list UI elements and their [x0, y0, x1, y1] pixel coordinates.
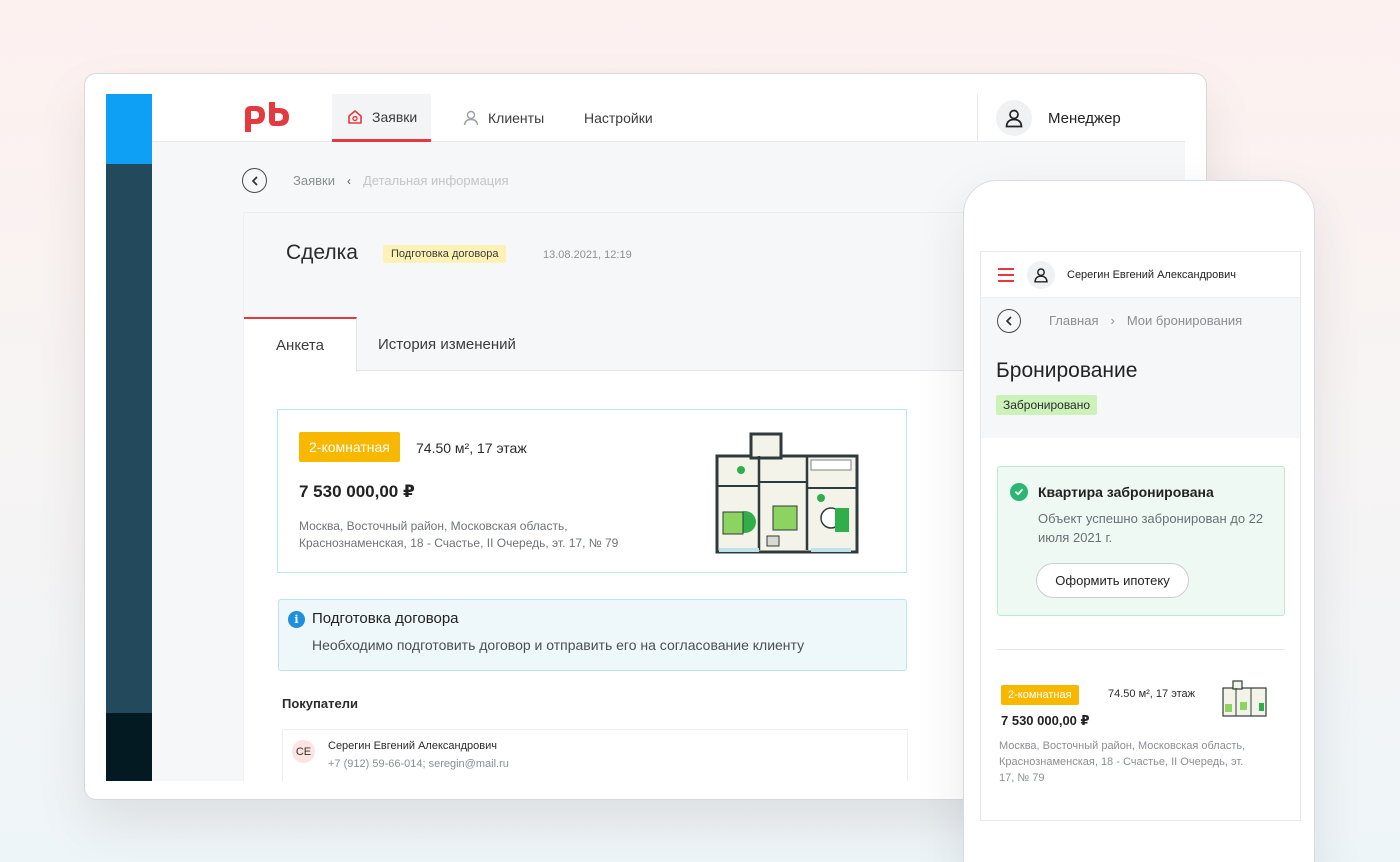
chevron-left-icon [251, 176, 257, 185]
nav-item-label: Настройки [584, 110, 653, 126]
divider [997, 649, 1285, 650]
chevron-left-icon [1006, 316, 1012, 325]
buyer-contact: +7 (912) 59-66-014; seregin@mail.ru [328, 758, 509, 770]
nav-item-requests[interactable]: Заявки [332, 94, 432, 142]
floor-plan-image[interactable] [1222, 680, 1267, 717]
chevron-right-icon: › [1110, 313, 1115, 328]
user-name: Серегин Евгений Александрович [1067, 268, 1236, 281]
buyers-section-title: Покупатели [282, 696, 358, 711]
left-rail-top [106, 94, 152, 164]
breadcrumb: Главная › Мои бронирования [981, 298, 1300, 343]
user-icon [1034, 267, 1048, 283]
avatar [1027, 260, 1055, 289]
breadcrumb-current: Детальная информация [362, 173, 509, 188]
avatar [996, 100, 1032, 136]
status-badge: Забронировано [996, 395, 1098, 415]
info-alert-text: Необходимо подготовить договор и отправи… [312, 637, 805, 653]
info-icon: i [288, 611, 305, 628]
apartment-address: Москва, Восточный район, Московская обла… [999, 740, 1246, 784]
back-button[interactable] [242, 168, 267, 193]
info-alert: i Подготовка договора Необходимо подгото… [278, 599, 907, 671]
apartment-address: Москва, Восточный район, Московская обла… [299, 519, 619, 550]
back-button[interactable] [997, 308, 1021, 333]
page-title: Сделка [286, 241, 358, 264]
rooms-badge: 2-комнатная [299, 432, 400, 462]
success-alert-title: Квартира забронирована [1038, 484, 1214, 500]
home-icon [348, 109, 362, 124]
nav-item-settings[interactable]: Настройки [584, 94, 653, 142]
mobile-header: Серегин Евгений Александрович [981, 252, 1300, 298]
menu-icon[interactable] [998, 267, 1014, 282]
breadcrumb-link-home[interactable]: Главная [1049, 313, 1098, 328]
left-rail-bottom [106, 713, 152, 781]
success-alert-text: Объект успешно забронирован до 22 июля 2… [1038, 511, 1264, 545]
info-alert-title: Подготовка договора [312, 610, 459, 627]
rooms-badge: 2-комнатная [1001, 685, 1079, 705]
brand-logo [245, 102, 289, 132]
nav-item-clients[interactable]: Клиенты [462, 94, 544, 142]
tab-form[interactable]: Анкета [244, 317, 357, 372]
buyer-row[interactable]: СЕ Серегин Евгений Александрович +7 (912… [282, 729, 908, 781]
user-icon [463, 110, 479, 126]
breadcrumb-link-bookings[interactable]: Мои бронирования [1127, 313, 1242, 328]
left-rail [106, 94, 152, 781]
phone-frame: Серегин Евгений Александрович Главная › … [963, 180, 1315, 862]
breadcrumb-link-requests[interactable]: Заявки [293, 173, 335, 188]
apartment-card[interactable]: 2-комнатная 74.50 м², 17 этаж 7 530 000,… [277, 409, 907, 573]
nav-item-label: Заявки [372, 108, 418, 125]
mortgage-button[interactable]: Оформить ипотеку [1036, 563, 1189, 598]
apartment-meta: 74.50 м², 17 этаж [416, 440, 527, 456]
deal-date: 13.08.2021, 12:19 [543, 249, 632, 261]
floor-plan-image [715, 432, 859, 554]
mobile-title-block: Бронирование Забронировано [981, 343, 1300, 438]
user-icon [1005, 109, 1023, 128]
success-alert: Квартира забронирована Объект успешно за… [997, 466, 1285, 616]
avatar: СЕ [292, 740, 315, 763]
check-icon [1010, 483, 1028, 501]
apartment-price: 7 530 000,00 ₽ [1001, 713, 1090, 728]
status-badge: Подготовка договора [383, 245, 507, 263]
tab-history[interactable]: История изменений [378, 317, 516, 371]
buyer-name: Серегин Евгений Александрович [328, 740, 497, 752]
chevron-left-icon: ‹ [346, 173, 351, 188]
apartment-price: 7 530 000,00 ₽ [299, 482, 415, 501]
apartment-meta: 74.50 м², 17 этаж [1108, 688, 1195, 700]
breadcrumb: Заявки ‹ Детальная информация [242, 168, 509, 193]
nav-item-label: Клиенты [488, 110, 545, 126]
top-navigation-bar: Заявки Клиенты Настройки Менеджер [152, 94, 1185, 142]
user-menu[interactable]: Менеджер [977, 94, 1185, 142]
page-title: Бронирование [996, 359, 1138, 382]
user-role-label: Менеджер [1048, 109, 1121, 127]
mobile-screen: Серегин Евгений Александрович Главная › … [980, 251, 1301, 821]
